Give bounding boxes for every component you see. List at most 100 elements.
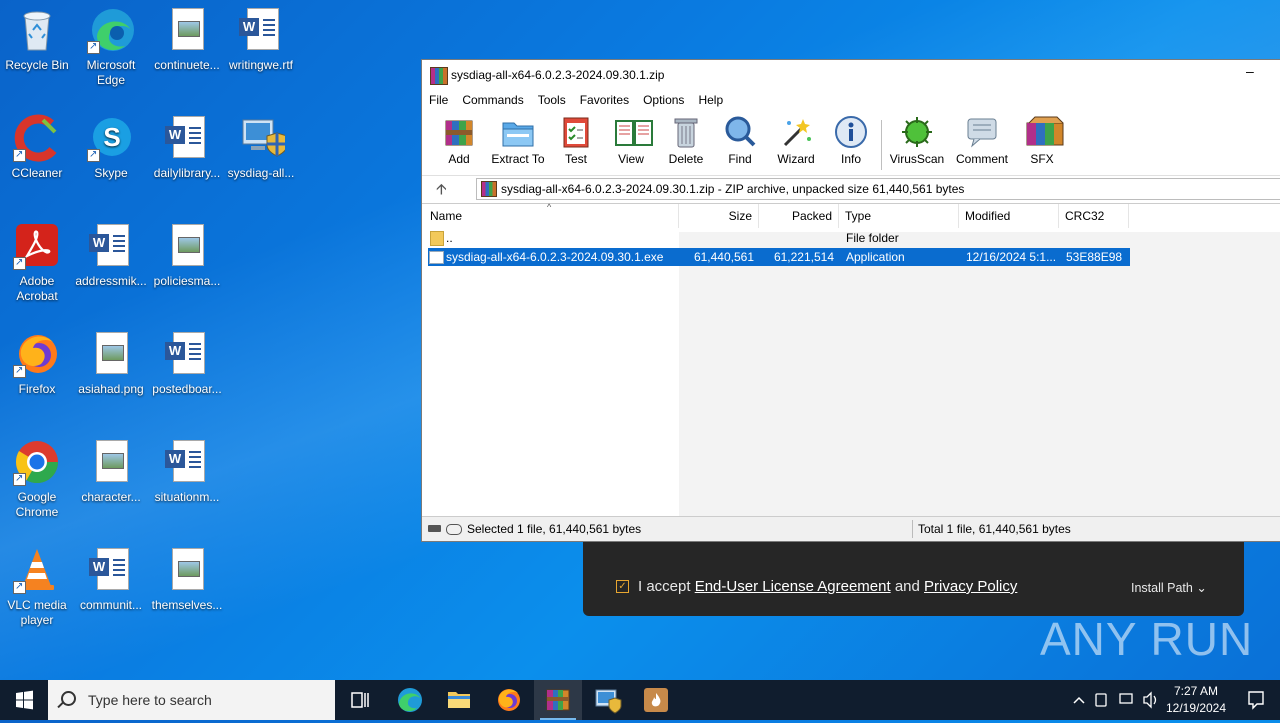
extract-to-button[interactable]: Extract To xyxy=(490,115,546,171)
delete-label: Delete xyxy=(668,152,704,166)
info-label: Info xyxy=(840,152,861,166)
file-type: Application xyxy=(846,250,905,264)
sfx-button[interactable]: SFX xyxy=(1020,115,1064,171)
desktop-icon-policiesma[interactable]: policiesma... xyxy=(150,222,224,289)
firefox-icon xyxy=(498,689,520,711)
add-label: Add xyxy=(448,152,470,166)
desktop-icon-chrome[interactable]: Google Chrome xyxy=(0,438,74,520)
word-document-icon: W xyxy=(87,546,135,594)
edge-icon xyxy=(87,6,135,54)
desktop-icon-continuete[interactable]: continuete... xyxy=(150,6,224,73)
view-button[interactable]: View xyxy=(610,115,653,171)
desktop-icon-recycle-bin[interactable]: Recycle Bin xyxy=(0,6,74,73)
desktop-icon-vlc[interactable]: VLC media player xyxy=(0,546,74,628)
desktop-icon-skype[interactable]: S Skype xyxy=(74,114,148,181)
key-icon[interactable] xyxy=(446,524,462,535)
word-document-icon: W xyxy=(163,330,211,378)
file-row-selected[interactable]: sysdiag-all-x64-6.0.2.3-2024.09.30.1.exe… xyxy=(428,248,1130,266)
desktop-icon-label: postedboar... xyxy=(152,382,222,396)
file-type: File folder xyxy=(846,231,899,245)
desktop-icon-edge[interactable]: Microsoft Edge xyxy=(74,6,148,88)
taskbar-winrar[interactable] xyxy=(534,680,582,720)
desktop-icon-postedboar[interactable]: W postedboar... xyxy=(150,330,224,397)
desktop-icon-ccleaner[interactable]: CCleaner xyxy=(0,114,74,181)
accept-checkbox[interactable]: ✓ xyxy=(616,580,629,593)
status-bar: Selected 1 file, 61,440,561 bytes Total … xyxy=(422,516,1280,541)
virus-icon xyxy=(900,115,934,149)
privacy-link[interactable]: Privacy Policy xyxy=(924,578,1017,595)
taskbar-clock[interactable]: 7:27 AM 12/19/2024 xyxy=(1163,683,1229,717)
file-size: 61,440,561 xyxy=(693,250,754,264)
file-row-parent[interactable]: .. File folder xyxy=(428,229,1130,247)
notification-icon xyxy=(1248,691,1264,710)
column-header-label: Name xyxy=(430,209,463,223)
eula-link[interactable]: End-User License Agreement xyxy=(695,578,891,595)
column-header-size[interactable]: Size xyxy=(679,204,759,228)
taskbar-edge[interactable] xyxy=(386,680,434,720)
delete-button[interactable]: Delete xyxy=(667,115,705,171)
taskbar-installer[interactable] xyxy=(583,680,631,720)
application-icon xyxy=(429,251,444,264)
taskbar-firefox[interactable] xyxy=(485,680,533,720)
desktop-icon-asiahad[interactable]: asiahad.png xyxy=(74,330,148,397)
desktop-icon-acrobat[interactable]: Adobe Acrobat xyxy=(0,222,74,304)
file-list: Name ^ Size Packed Type Modified CRC32 .… xyxy=(422,202,1280,517)
task-view-button[interactable] xyxy=(336,680,384,720)
menu-tools[interactable]: Tools xyxy=(531,91,573,107)
magnifier-icon xyxy=(723,115,757,149)
word-document-icon: W xyxy=(163,114,211,162)
recycle-bin-icon xyxy=(13,6,61,54)
task-view-icon xyxy=(351,692,369,708)
window-title: sysdiag-all-x64-6.0.2.3-2024.09.30.1.zip xyxy=(451,68,665,82)
desktop-icon-firefox[interactable]: Firefox xyxy=(0,330,74,397)
add-button[interactable]: Add xyxy=(439,115,479,171)
taskbar-file-explorer[interactable] xyxy=(435,680,483,720)
desktop-icon-sysdiag[interactable]: sysdiag-all... xyxy=(224,114,298,181)
install-path-dropdown[interactable]: Install Path ⌄ xyxy=(1131,580,1207,595)
menu-commands[interactable]: Commands xyxy=(455,91,530,107)
test-button[interactable]: Test xyxy=(557,115,595,171)
menu-favorites[interactable]: Favorites xyxy=(573,91,636,107)
find-button[interactable]: Find xyxy=(722,115,758,171)
comment-button[interactable]: Comment xyxy=(954,115,1010,171)
chevron-down-icon: ⌄ xyxy=(1196,581,1207,595)
desktop-icon-label: sysdiag-all... xyxy=(227,166,295,180)
file-name: sysdiag-all-x64-6.0.2.3-2024.09.30.1.exe xyxy=(446,250,664,264)
menu-file[interactable]: File xyxy=(422,91,455,107)
virusscan-button[interactable]: VirusScan xyxy=(889,115,945,171)
column-header-crc32[interactable]: CRC32 xyxy=(1059,204,1129,228)
column-header-label: Modified xyxy=(965,209,1011,223)
notifications-button[interactable] xyxy=(1232,680,1280,720)
column-header-label: CRC32 xyxy=(1065,209,1105,223)
windows-logo-icon xyxy=(16,690,33,710)
desktop-icon-themselves[interactable]: themselves... xyxy=(150,546,224,613)
title-bar[interactable]: sysdiag-all-x64-6.0.2.3-2024.09.30.1.zip… xyxy=(422,60,1280,90)
menu-options[interactable]: Options xyxy=(636,91,691,107)
drive-icon[interactable] xyxy=(428,525,441,532)
desktop-icon-label: Google Chrome xyxy=(15,490,59,519)
path-field[interactable]: sysdiag-all-x64-6.0.2.3-2024.09.30.1.zip… xyxy=(476,178,1280,200)
column-header-modified[interactable]: Modified xyxy=(959,204,1059,228)
desktop-icon-communit[interactable]: W communit... xyxy=(74,546,148,613)
wizard-button[interactable]: Wizard xyxy=(774,115,818,171)
desktop-icon-label: situationm... xyxy=(154,490,220,504)
minimize-button[interactable]: – xyxy=(1246,64,1260,80)
column-header-packed[interactable]: Packed xyxy=(759,204,839,228)
desktop-icon-character[interactable]: character... xyxy=(74,438,148,505)
magic-wand-icon xyxy=(779,115,813,149)
column-header-type[interactable]: Type xyxy=(839,204,959,228)
taskbar-app-orange[interactable] xyxy=(632,680,680,720)
desktop-icon-addressmik[interactable]: W addressmik... xyxy=(74,222,148,289)
search-placeholder: Type here to search xyxy=(88,692,212,708)
column-header-name[interactable]: Name ^ xyxy=(422,202,679,228)
info-button[interactable]: Info xyxy=(834,115,868,171)
up-arrow-icon[interactable]: 🡩 xyxy=(436,179,447,204)
menu-help[interactable]: Help xyxy=(691,91,730,107)
toolbar: Add Extract To Test View Delete Find Wiz… xyxy=(422,113,1280,173)
start-button[interactable] xyxy=(0,680,48,720)
desktop-icon-writingwe[interactable]: W writingwe.rtf xyxy=(224,6,298,73)
taskbar-search-box[interactable]: Type here to search xyxy=(48,680,335,720)
desktop-icon-situationm[interactable]: W situationm... xyxy=(150,438,224,505)
image-file-icon xyxy=(163,222,211,270)
desktop-icon-dailylibrary[interactable]: W dailylibrary... xyxy=(150,114,224,181)
